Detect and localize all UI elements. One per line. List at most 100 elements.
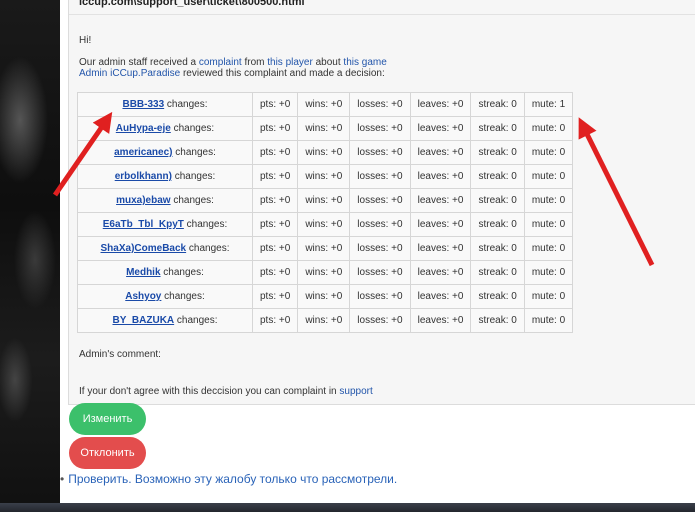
changes-label: changes: bbox=[170, 123, 215, 134]
table-row: muxa)ebaw changes: pts: +0 wins: +0 losses:… bbox=[77, 188, 574, 213]
player-cell: AuHypa-eje changes: bbox=[77, 116, 253, 141]
reject-button[interactable]: Отклонить bbox=[69, 437, 146, 469]
streak-cell: streak: 0 bbox=[470, 236, 525, 261]
streak-cell: streak: 0 bbox=[470, 188, 525, 213]
complaint-link[interactable]: complaint bbox=[199, 57, 242, 68]
player-nick-link[interactable]: AuHypa-eje bbox=[116, 123, 171, 134]
player-cell: americanec) changes: bbox=[77, 140, 253, 165]
player-nick-link[interactable]: erbolkhann) bbox=[115, 171, 172, 182]
wins-cell: wins: +0 bbox=[297, 236, 351, 261]
wins-cell: wins: +0 bbox=[297, 164, 351, 189]
edit-button[interactable]: Изменить bbox=[69, 403, 146, 435]
game-link[interactable]: this game bbox=[343, 57, 386, 68]
pts-cell: pts: +0 bbox=[251, 164, 299, 189]
changes-label: changes: bbox=[161, 291, 205, 302]
leaves-cell: leaves: +0 bbox=[409, 92, 472, 117]
table-row: E6aTb_Tbl_KpyT changes: pts: +0 wins: +0 lo… bbox=[77, 212, 574, 237]
bullet-icon: • bbox=[60, 472, 65, 486]
table-row: AuHypa-eje changes: pts: +0 wins: +0 losses… bbox=[77, 116, 574, 141]
ticket-url: iccup.com\support_user\ticket\800500.htm… bbox=[79, 0, 305, 8]
table-row: Ashyoy changes: pts: +0 wins: +0 losses: +0… bbox=[77, 284, 574, 309]
losses-cell: losses: +0 bbox=[349, 140, 411, 165]
admin-comment-label: Admin's comment: bbox=[79, 349, 161, 360]
url-bar: iccup.com\support_user\ticket\800500.htm… bbox=[69, 0, 695, 15]
table-row: BBB-333 changes: pts: +0 wins: +0 losses: +… bbox=[77, 92, 574, 117]
changes-label: changes: bbox=[174, 315, 218, 326]
changes-label: changes: bbox=[170, 195, 214, 206]
player-cell: Ashyoy changes: bbox=[77, 284, 253, 309]
mute-cell: mute: 0 bbox=[523, 140, 574, 165]
changes-label: changes: bbox=[172, 147, 216, 158]
losses-cell: losses: +0 bbox=[349, 236, 411, 261]
wins-cell: wins: +0 bbox=[297, 212, 351, 237]
player-link[interactable]: this player bbox=[267, 57, 313, 68]
wins-cell: wins: +0 bbox=[297, 260, 351, 285]
changes-label: changes: bbox=[186, 243, 230, 254]
check-item: • Проверить. Возможно эту жалобу только ч… bbox=[60, 472, 397, 486]
wins-cell: wins: +0 bbox=[297, 188, 351, 213]
mute-cell: mute: 0 bbox=[523, 188, 574, 213]
wins-cell: wins: +0 bbox=[297, 140, 351, 165]
streak-cell: streak: 0 bbox=[470, 92, 525, 117]
streak-cell: streak: 0 bbox=[470, 308, 525, 333]
player-nick-link[interactable]: E6aTb_Tbl_KpyT bbox=[103, 219, 184, 230]
greeting: Hi! bbox=[79, 35, 92, 46]
player-cell: E6aTb_Tbl_KpyT changes: bbox=[77, 212, 253, 237]
check-link[interactable]: Проверить. Возможно эту жалобу только чт… bbox=[68, 472, 397, 486]
player-nick-link[interactable]: Ashyoy bbox=[125, 291, 161, 302]
wins-cell: wins: +0 bbox=[297, 308, 351, 333]
wins-cell: wins: +0 bbox=[297, 92, 351, 117]
streak-cell: streak: 0 bbox=[470, 140, 525, 165]
losses-cell: losses: +0 bbox=[349, 308, 411, 333]
admin-link[interactable]: Admin iCCup.Paradise bbox=[79, 68, 180, 79]
mute-cell: mute: 0 bbox=[523, 260, 574, 285]
streak-cell: streak: 0 bbox=[470, 164, 525, 189]
background-game-art bbox=[0, 0, 60, 512]
mute-cell: mute: 0 bbox=[523, 116, 574, 141]
streak-cell: streak: 0 bbox=[470, 260, 525, 285]
pts-cell: pts: +0 bbox=[251, 116, 299, 141]
streak-cell: streak: 0 bbox=[470, 212, 525, 237]
complaint-text: Our admin staff received a bbox=[79, 57, 199, 68]
pts-cell: pts: +0 bbox=[251, 236, 299, 261]
changes-label: changes: bbox=[160, 267, 204, 278]
pts-cell: pts: +0 bbox=[251, 308, 299, 333]
player-nick-link[interactable]: ShaXa)ComeBack bbox=[101, 243, 187, 254]
mute-cell: mute: 0 bbox=[523, 284, 574, 309]
table-row: BY_BAZUKA changes: pts: +0 wins: +0 losses:… bbox=[77, 308, 574, 333]
pts-cell: pts: +0 bbox=[251, 188, 299, 213]
table-row: ShaXa)ComeBack changes: pts: +0 wins: +0 lo… bbox=[77, 236, 574, 261]
player-nick-link[interactable]: Medhik bbox=[126, 267, 160, 278]
decision-line: Admin iCCup.Paradise reviewed this compl… bbox=[79, 68, 695, 79]
pts-cell: pts: +0 bbox=[251, 212, 299, 237]
pts-cell: pts: +0 bbox=[251, 284, 299, 309]
table-row: americanec) changes: pts: +0 wins: +0 losse… bbox=[77, 140, 574, 165]
player-nick-link[interactable]: BBB-333 bbox=[122, 99, 164, 110]
mute-cell: mute: 1 bbox=[523, 92, 574, 117]
player-cell: BBB-333 changes: bbox=[77, 92, 253, 117]
leaves-cell: leaves: +0 bbox=[409, 260, 472, 285]
changes-label: changes: bbox=[164, 99, 208, 110]
losses-cell: losses: +0 bbox=[349, 92, 411, 117]
losses-cell: losses: +0 bbox=[349, 260, 411, 285]
mute-cell: mute: 0 bbox=[523, 164, 574, 189]
player-cell: ShaXa)ComeBack changes: bbox=[77, 236, 253, 261]
disagree-line: If your don't agree with this deccision … bbox=[79, 386, 373, 397]
player-nick-link[interactable]: americanec) bbox=[114, 147, 172, 158]
player-nick-link[interactable]: BY_BAZUKA bbox=[112, 315, 174, 326]
support-link[interactable]: support bbox=[339, 386, 372, 397]
player-nick-link[interactable]: muxa)ebaw bbox=[116, 195, 170, 206]
changes-table: BBB-333 changes: pts: +0 wins: +0 losses: +… bbox=[77, 92, 574, 333]
losses-cell: losses: +0 bbox=[349, 212, 411, 237]
losses-cell: losses: +0 bbox=[349, 284, 411, 309]
changes-label: changes: bbox=[171, 171, 216, 182]
wins-cell: wins: +0 bbox=[297, 116, 351, 141]
leaves-cell: leaves: +0 bbox=[409, 116, 472, 141]
player-cell: BY_BAZUKA changes: bbox=[77, 308, 253, 333]
complaint-line: Our admin staff received a complaint fro… bbox=[79, 57, 695, 68]
leaves-cell: leaves: +0 bbox=[409, 212, 472, 237]
mute-cell: mute: 0 bbox=[523, 212, 574, 237]
decision-text: reviewed this complaint and made a decis… bbox=[180, 68, 385, 79]
email-body: Hi! Our admin staff received a complaint… bbox=[79, 35, 695, 79]
leaves-cell: leaves: +0 bbox=[409, 308, 472, 333]
